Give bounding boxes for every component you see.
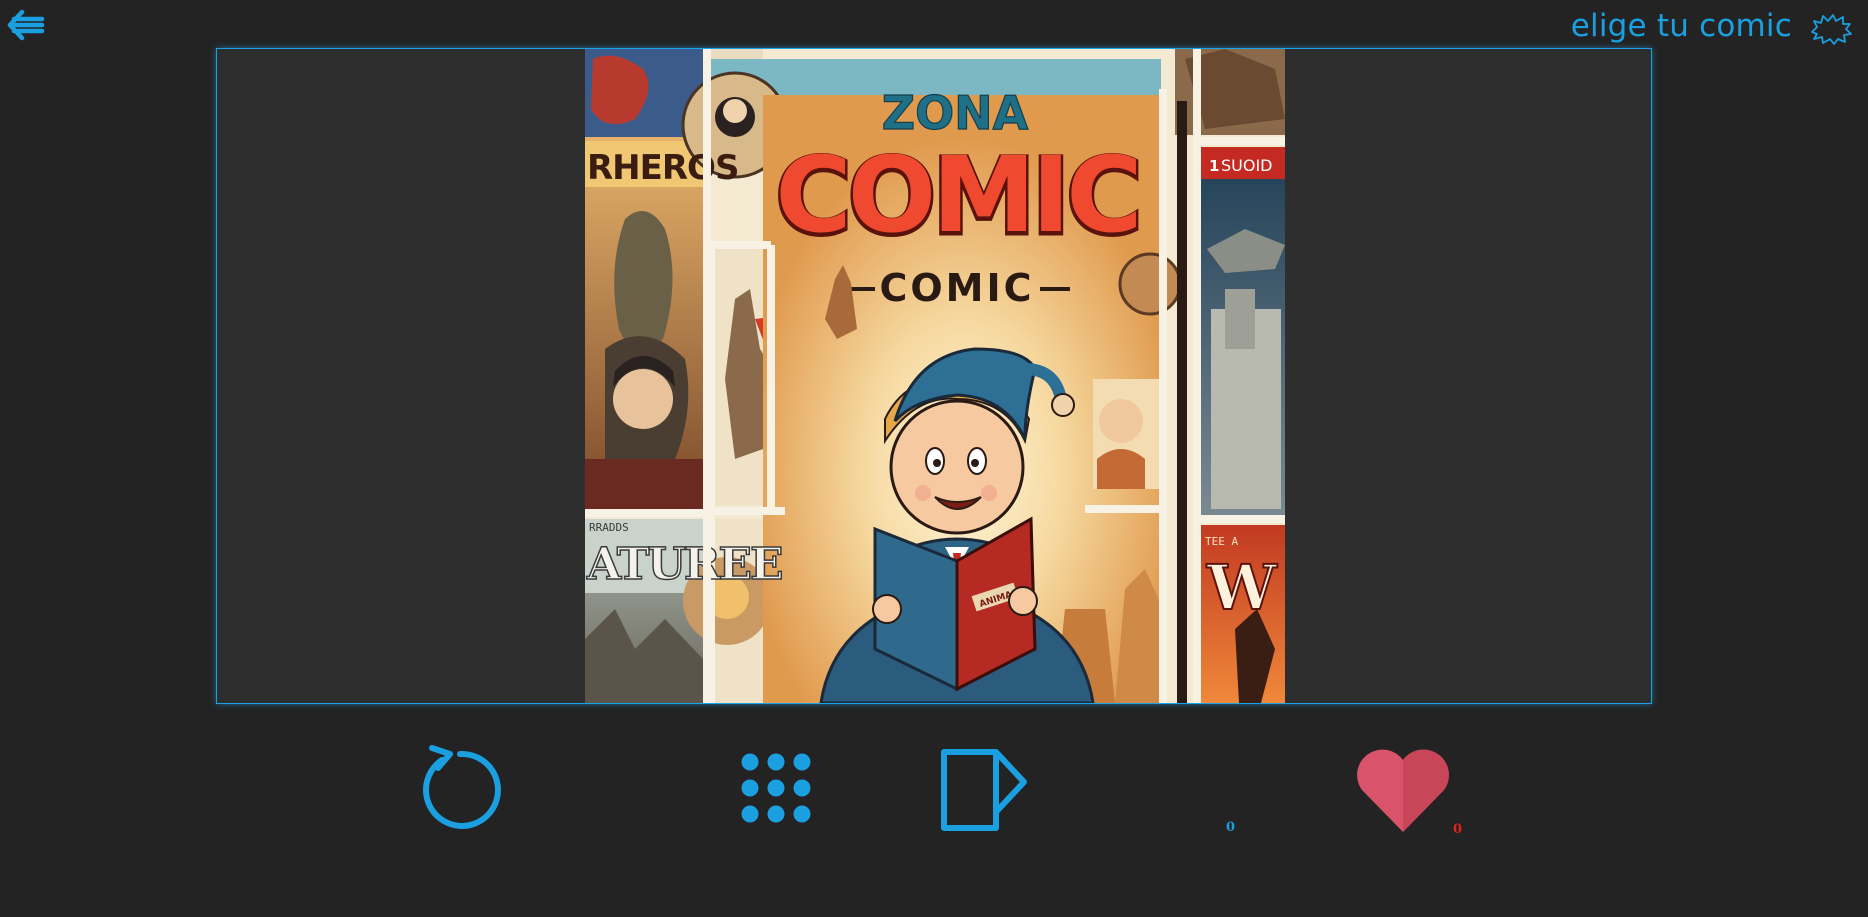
heart-icon[interactable] [1354, 746, 1452, 836]
cover-zona-text: ZONA [882, 86, 1029, 140]
cover-right-lower-text: W [1206, 551, 1278, 624]
arrow-left-bars-icon[interactable] [6, 8, 46, 42]
page-flip-icon[interactable] [938, 748, 1028, 832]
cover-subtitle-text: COMIC [879, 266, 1034, 310]
cover-left-panel-text: RHEROS [587, 148, 738, 188]
explosion-burst-icon [1811, 14, 1852, 45]
comic-viewer[interactable]: ZONA COMIC COMIC COMIC RHEROS RRADDS ATU… [216, 48, 1652, 704]
cover-comic-title-fill: COMIC [775, 134, 1138, 256]
comic-cover-image[interactable]: ZONA COMIC COMIC COMIC RHEROS RRADDS ATU… [585, 49, 1285, 703]
cover-left-lower-text: ATUREE [586, 539, 782, 590]
cover-right-number: 1 [1209, 157, 1219, 175]
reload-icon[interactable] [416, 744, 504, 832]
cover-left-small-text: RRADDS [589, 521, 629, 534]
top-bar: elige tu comic [0, 0, 1868, 48]
grid-dots-icon[interactable] [740, 752, 812, 824]
app-title: elige tu comic [1570, 8, 1792, 44]
cover-right-panel-text: SUOID [1221, 156, 1273, 175]
bottom-controls: 0 0 [0, 720, 1868, 850]
likes-counter: 0 [1453, 822, 1463, 837]
views-counter: 0 [1226, 820, 1236, 835]
cover-right-small-text: TEE A [1205, 535, 1238, 548]
